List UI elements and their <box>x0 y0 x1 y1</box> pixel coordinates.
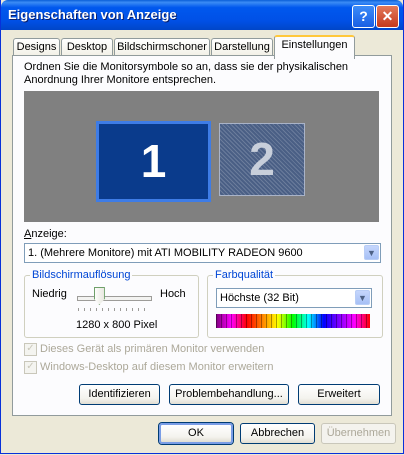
title-bar[interactable]: Eigenschaften von Anzeige ? ✕ <box>1 0 403 30</box>
apply-button[interactable]: Übernehmen <box>321 423 396 444</box>
display-select[interactable]: 1. (Mehrere Monitore) mit ATI MOBILITY R… <box>24 243 381 263</box>
monitor-2-icon[interactable]: 2 <box>219 123 305 196</box>
close-button[interactable]: ✕ <box>376 5 399 28</box>
chevron-down-icon[interactable]: ▼ <box>355 290 370 305</box>
help-icon: ? <box>359 8 368 24</box>
display-label: Anzeige: <box>24 228 67 240</box>
resolution-value: 1280 x 800 Pixel <box>76 319 158 331</box>
tab-einstellungen[interactable]: Einstellungen <box>274 35 355 59</box>
advanced-button[interactable]: Erweitert <box>298 384 380 405</box>
resolution-group-label: Bildschirmauflösung <box>30 269 133 281</box>
identify-button[interactable]: Identifizieren <box>79 384 160 405</box>
display-select-value: 1. (Mehrere Monitore) mit ATI MOBILITY R… <box>28 247 303 259</box>
chevron-down-icon[interactable]: ▼ <box>364 245 379 260</box>
troubleshoot-button[interactable]: Problembehandlung... <box>169 384 289 405</box>
monitor-1-icon[interactable]: 1 <box>96 121 211 202</box>
slider-ticks <box>78 308 150 311</box>
color-quality-select[interactable]: Höchste (32 Bit) ▼ <box>216 288 372 308</box>
color-quality-group-label: Farbqualität <box>213 269 276 281</box>
extend-desktop-checkbox[interactable]: ✓ <box>24 361 37 374</box>
extend-desktop-label: Windows-Desktop auf diesem Monitor erwei… <box>40 361 274 373</box>
close-icon: ✕ <box>381 8 394 24</box>
resolution-high-label: Hoch <box>160 288 186 300</box>
color-quality-select-value: Höchste (32 Bit) <box>220 292 299 304</box>
color-palette-preview <box>216 314 370 328</box>
resolution-slider-track[interactable] <box>77 296 152 301</box>
window-title: Eigenschaften von Anzeige <box>8 7 177 22</box>
primary-monitor-checkbox[interactable]: ✓ <box>24 343 37 356</box>
resolution-low-label: Niedrig <box>32 288 67 300</box>
help-button[interactable]: ? <box>352 5 375 28</box>
ok-button[interactable]: OK <box>159 423 233 444</box>
arrangement-instructions: Ordnen Sie die Monitorsymbole so an, das… <box>24 61 349 86</box>
primary-monitor-label: Dieses Gerät als primären Monitor verwen… <box>40 343 265 355</box>
cancel-button[interactable]: Abbrechen <box>240 423 315 444</box>
